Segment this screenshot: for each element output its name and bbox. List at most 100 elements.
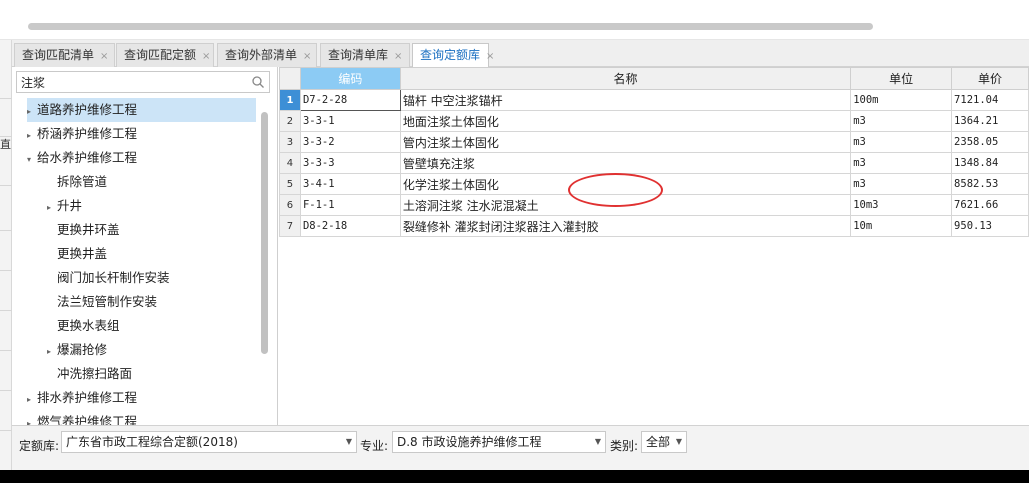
collapsed-arrow-icon[interactable]: ▸ xyxy=(27,124,37,148)
tree-item[interactable]: ▸ 爆漏抢修 xyxy=(47,338,107,362)
tab-label: 查询定额库 xyxy=(420,48,481,62)
price-cell[interactable]: 1348.84 xyxy=(951,152,1029,174)
taskbar-edge xyxy=(0,470,1029,483)
tab-label: 查询匹配清单 xyxy=(22,48,95,62)
code-cell[interactable]: D8-2-18 xyxy=(299,215,401,237)
row-number[interactable]: 1 xyxy=(279,89,301,111)
collapsed-arrow-icon[interactable]: ▸ xyxy=(27,100,37,124)
tree-item[interactable]: ▸ 排水养护维修工程 xyxy=(27,386,137,410)
column-header-unit[interactable]: 单位 xyxy=(850,67,953,90)
price-cell[interactable]: 7621.66 xyxy=(951,194,1029,216)
library-select[interactable]: 广东省市政工程综合定额(2018) ▼ xyxy=(61,431,357,453)
category-label: 类别: xyxy=(610,439,639,453)
table-row[interactable]: 7 D8-2-18 裂缝修补 灌浆封闭注浆器注入灌封胶 10m 950.13 xyxy=(279,215,1029,237)
tree-vertical-scrollbar[interactable] xyxy=(261,112,268,354)
horizontal-scrollbar[interactable] xyxy=(28,23,873,30)
tree-item[interactable]: 法兰短管制作安装 xyxy=(47,290,157,314)
unit-cell[interactable]: 10m xyxy=(850,215,953,237)
close-icon[interactable]: × xyxy=(394,51,402,62)
quota-query-panel: 查询匹配清单×查询匹配定额×查询外部清单×查询清单库×查询定额库× ▸道路养护维… xyxy=(12,40,1029,470)
name-cell[interactable]: 管壁填充注浆 xyxy=(399,152,852,174)
tab-4[interactable]: 查询清单库 × xyxy=(320,43,410,67)
table-row[interactable]: 4 3-3-3 管壁填充注浆 m3 1348.84 xyxy=(279,152,1029,174)
column-header-price[interactable]: 单价 xyxy=(951,67,1029,90)
unit-cell[interactable]: m3 xyxy=(850,152,953,174)
unit-cell[interactable]: 100m xyxy=(850,89,953,111)
code-cell[interactable]: 3-3-1 xyxy=(299,110,401,132)
tree-item[interactable]: ▸ 道路养护维修工程 xyxy=(27,98,256,122)
name-cell[interactable]: 地面注浆土体固化 xyxy=(399,110,852,132)
tree-item[interactable]: ▸ 桥涵养护维修工程 xyxy=(27,122,137,146)
tree-item[interactable]: 阀门加长杆制作安装 xyxy=(47,266,170,290)
tab-label: 查询外部清单 xyxy=(225,48,298,62)
tree-item[interactable]: ▸ 升井 xyxy=(47,194,82,218)
close-icon[interactable]: × xyxy=(303,51,311,62)
name-cell[interactable]: 锚杆 中空注浆锚杆 xyxy=(399,89,852,111)
row-number[interactable]: 7 xyxy=(279,215,301,237)
tree-item[interactable]: 更换水表组 xyxy=(47,314,120,338)
collapsed-arrow-icon[interactable]: ▸ xyxy=(47,340,57,364)
price-cell[interactable]: 950.13 xyxy=(951,215,1029,237)
tab-2[interactable]: 查询匹配定额 × xyxy=(116,43,214,67)
price-cell[interactable]: 2358.05 xyxy=(951,131,1029,153)
unit-cell[interactable]: 10m3 xyxy=(850,194,953,216)
red-circle-annotation xyxy=(568,173,663,207)
table-row[interactable]: 3 3-3-2 管内注浆土体固化 m3 2358.05 xyxy=(279,131,1029,153)
tree-item[interactable]: 更换井环盖 xyxy=(47,218,120,242)
tree-item[interactable]: 更换井盖 xyxy=(47,242,107,266)
tree-item-label: 法兰短管制作安装 xyxy=(57,294,158,309)
category-select[interactable]: 全部 ▼ xyxy=(641,431,687,453)
price-cell[interactable]: 7121.04 xyxy=(951,89,1029,111)
chevron-down-icon: ▼ xyxy=(675,437,682,446)
close-icon[interactable]: × xyxy=(100,51,108,62)
tree-item-label: 道路养护维修工程 xyxy=(37,102,138,117)
search-icon[interactable] xyxy=(251,75,265,89)
price-cell[interactable]: 1364.21 xyxy=(951,110,1029,132)
collapsed-arrow-icon[interactable]: ▸ xyxy=(27,412,37,425)
tab-5[interactable]: 查询定额库 × xyxy=(412,43,494,69)
row-number[interactable]: 2 xyxy=(279,110,301,132)
code-cell[interactable]: D7-2-28 xyxy=(299,89,401,111)
library-value: 广东省市政工程综合定额(2018) xyxy=(66,435,238,449)
unit-cell[interactable]: m3 xyxy=(850,173,953,195)
row-number[interactable]: 5 xyxy=(279,173,301,195)
row-number[interactable]: 4 xyxy=(279,152,301,174)
code-cell[interactable]: 3-3-2 xyxy=(299,131,401,153)
quota-table: 编码 名称 单位 单价 1 D7-2-28 锚杆 中空注浆锚杆 100m 7121.04… xyxy=(279,67,1029,237)
tree-item[interactable]: 冲洗擦扫路面 xyxy=(47,362,132,386)
collapsed-arrow-icon[interactable]: ▸ xyxy=(47,196,57,220)
column-header-code[interactable]: 编码 xyxy=(299,67,401,90)
tab-1[interactable]: 查询匹配清单 × xyxy=(14,43,115,67)
code-cell[interactable]: 3-4-1 xyxy=(299,173,401,195)
unit-cell[interactable]: m3 xyxy=(850,131,953,153)
code-cell[interactable]: F-1-1 xyxy=(299,194,401,216)
row-number[interactable]: 3 xyxy=(279,131,301,153)
category-value: 全部 xyxy=(646,435,671,449)
quota-grid: 编码 名称 单位 单价 1 D7-2-28 锚杆 中空注浆锚杆 100m 7121.04… xyxy=(279,67,1029,425)
tree-item[interactable]: 拆除管道 xyxy=(47,170,107,194)
left-edge-label: 直 xyxy=(0,138,11,151)
tree-item[interactable]: ▸ 燃气养护维修工程 xyxy=(27,410,137,425)
name-cell[interactable]: 管内注浆土体固化 xyxy=(399,131,852,153)
tree-item-label: 爆漏抢修 xyxy=(57,342,108,357)
tree-item-label: 更换井盖 xyxy=(57,246,108,261)
unit-cell[interactable]: m3 xyxy=(850,110,953,132)
column-header-name[interactable]: 名称 xyxy=(399,67,852,90)
library-label: 定额库: xyxy=(19,439,60,453)
chevron-down-icon: ▼ xyxy=(345,437,352,446)
code-cell[interactable]: 3-3-3 xyxy=(299,152,401,174)
name-cell[interactable]: 裂缝修补 灌浆封闭注浆器注入灌封胶 xyxy=(399,215,852,237)
tree-item-label: 拆除管道 xyxy=(57,174,108,189)
close-icon[interactable]: × xyxy=(486,51,494,62)
tab-3[interactable]: 查询外部清单 × xyxy=(217,43,317,67)
row-number[interactable]: 6 xyxy=(279,194,301,216)
price-cell[interactable]: 8582.53 xyxy=(951,173,1029,195)
major-select[interactable]: D.8 市政设施养护维修工程 ▼ xyxy=(392,431,606,453)
table-row[interactable]: 1 D7-2-28 锚杆 中空注浆锚杆 100m 7121.04 xyxy=(279,89,1029,111)
expanded-arrow-icon[interactable]: ▾ xyxy=(27,148,37,172)
table-row[interactable]: 2 3-3-1 地面注浆土体固化 m3 1364.21 xyxy=(279,110,1029,132)
search-input[interactable] xyxy=(19,73,249,91)
collapsed-arrow-icon[interactable]: ▸ xyxy=(27,388,37,412)
tree-item[interactable]: ▾ 给水养护维修工程 xyxy=(27,146,137,170)
close-icon[interactable]: × xyxy=(202,51,210,62)
